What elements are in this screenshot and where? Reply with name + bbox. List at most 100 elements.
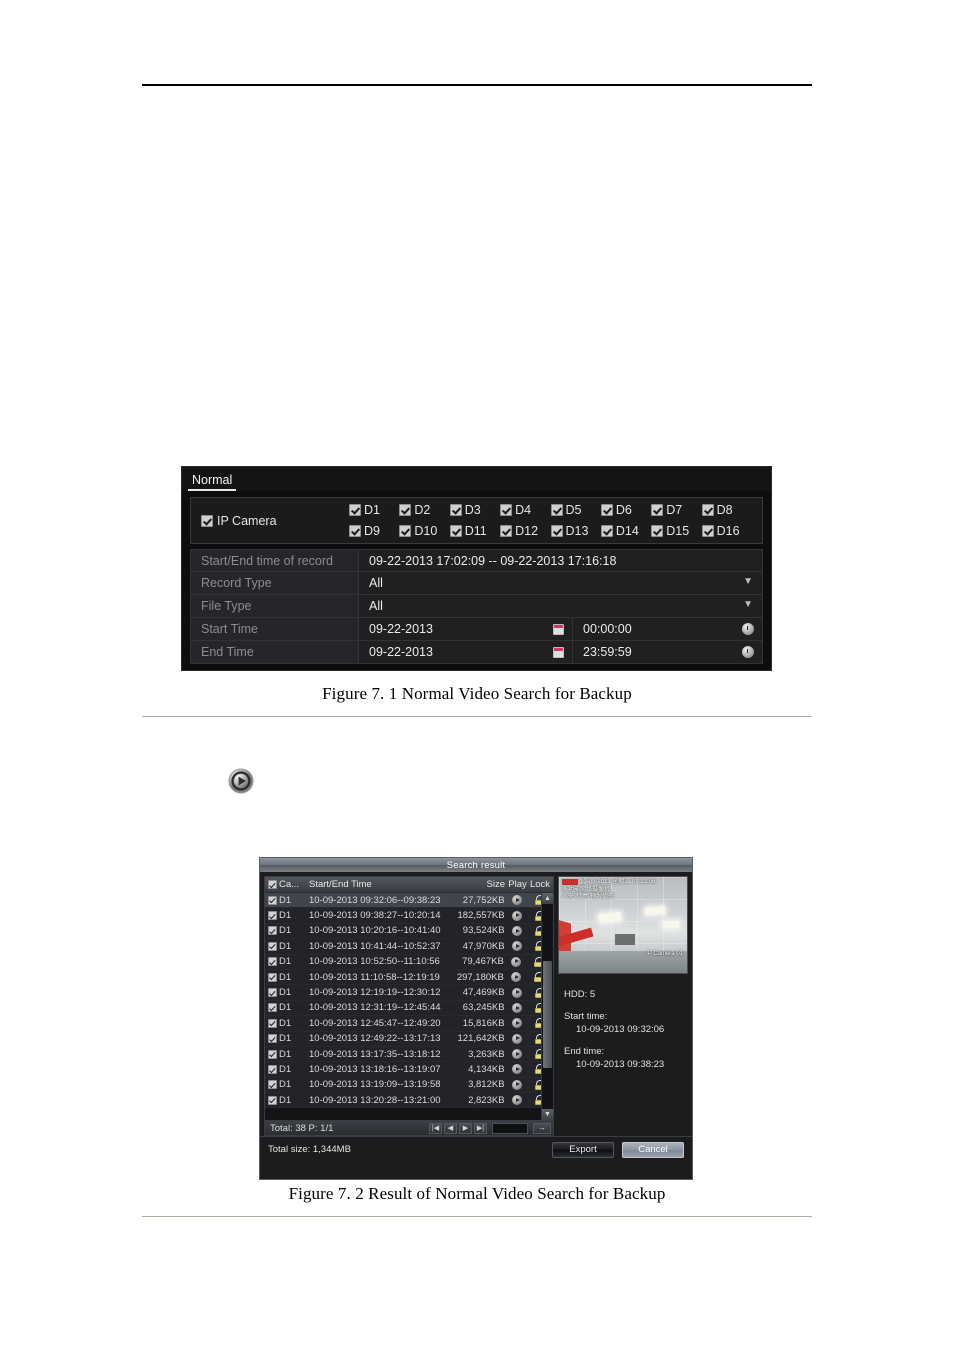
camera-checkbox-d15[interactable]: D15: [651, 524, 701, 538]
table-row[interactable]: D1 10-09-2013 12:45:47--12:49:20 15,816KB: [265, 1016, 541, 1032]
checkbox-icon[interactable]: [449, 525, 462, 537]
row-lock-cell[interactable]: [527, 1095, 541, 1106]
table-row[interactable]: D1 10-09-2013 10:20:16--10:41:40 93,524KB: [265, 923, 541, 940]
row-camera-cell[interactable]: D1: [268, 1064, 305, 1075]
row-lock-cell[interactable]: [526, 972, 541, 983]
checkbox-icon[interactable]: [500, 525, 513, 537]
camera-checkbox-d8[interactable]: D8: [701, 503, 752, 517]
calendar-icon[interactable]: [553, 646, 564, 658]
row-play-cell[interactable]: [508, 925, 527, 936]
checkbox-icon[interactable]: [449, 504, 462, 516]
checkbox-icon[interactable]: [550, 525, 563, 537]
field-row[interactable]: File Type All ▼: [190, 595, 763, 618]
play-icon[interactable]: [512, 895, 523, 906]
row-lock-cell[interactable]: [527, 1049, 541, 1060]
camera-checkbox-d6[interactable]: D6: [600, 503, 651, 517]
results-scrollbar[interactable]: ▲ ▼: [541, 893, 553, 1120]
camera-checkbox-d2[interactable]: D2: [399, 503, 449, 517]
unlock-icon[interactable]: [534, 1049, 541, 1060]
checkbox-icon[interactable]: [550, 504, 563, 516]
table-row[interactable]: D1 10-09-2013 09:38:27--10:20:14 182,557KB: [265, 908, 541, 924]
date-field[interactable]: 09-22-2013: [369, 641, 573, 663]
row-camera-cell[interactable]: D1: [268, 1049, 305, 1060]
checkbox-icon[interactable]: [268, 988, 277, 998]
row-play-cell[interactable]: [508, 1033, 527, 1044]
row-play-cell[interactable]: [508, 1064, 527, 1075]
play-icon[interactable]: [512, 1079, 523, 1090]
field-row[interactable]: Start Time 09-22-2013 00:00:00: [190, 618, 763, 641]
row-camera-cell[interactable]: D1: [268, 1033, 305, 1044]
unlock-icon[interactable]: [534, 1002, 541, 1013]
unlock-icon[interactable]: [534, 1095, 541, 1106]
row-camera-cell[interactable]: D1: [268, 987, 305, 998]
row-play-cell[interactable]: [508, 1095, 527, 1106]
unlock-icon[interactable]: [534, 1079, 541, 1090]
camera-checkbox-d12[interactable]: D12: [500, 524, 550, 538]
row-lock-cell[interactable]: [527, 925, 541, 936]
play-icon[interactable]: [512, 1049, 523, 1060]
row-camera-cell[interactable]: D1: [268, 972, 305, 983]
row-play-cell[interactable]: [508, 987, 527, 998]
table-row[interactable]: D1 10-09-2013 13:18:16--13:19:07 4,134KB: [265, 1062, 541, 1078]
table-row[interactable]: D1 10-09-2013 13:20:28--13:21:00 2,823KB: [265, 1093, 541, 1109]
checkbox-icon[interactable]: [268, 1003, 277, 1013]
row-lock-cell[interactable]: [527, 910, 541, 921]
row-play-cell[interactable]: [508, 1049, 527, 1060]
camera-checkbox-d3[interactable]: D3: [449, 503, 500, 517]
row-camera-cell[interactable]: D1: [268, 1079, 305, 1090]
checkbox-icon[interactable]: [268, 941, 277, 951]
row-play-cell[interactable]: [507, 972, 526, 983]
time-field[interactable]: 23:59:59: [573, 641, 762, 663]
field-row[interactable]: End Time 09-22-2013 23:59:59: [190, 641, 763, 664]
scroll-down-icon[interactable]: ▼: [542, 1109, 553, 1120]
camera-checkbox-d5[interactable]: D5: [550, 503, 601, 517]
camera-checkbox-d9[interactable]: D9: [349, 524, 399, 538]
checkbox-icon[interactable]: [349, 525, 361, 537]
checkbox-icon[interactable]: [268, 1080, 277, 1090]
play-icon[interactable]: [511, 972, 522, 983]
table-row[interactable]: D1 10-09-2013 12:19:19--12:30:12 47,469KB: [265, 985, 541, 1001]
row-play-cell[interactable]: [508, 910, 527, 921]
table-row[interactable]: D1 10-09-2013 13:17:35--13:18:12 3,263KB: [265, 1046, 541, 1063]
table-row[interactable]: D1 10-09-2013 09:32:06--09:38:23 27,752KB: [265, 893, 541, 909]
time-field[interactable]: 00:00:00: [573, 618, 762, 640]
row-camera-cell[interactable]: D1: [268, 941, 305, 952]
ip-camera-toggle[interactable]: IP Camera: [201, 514, 349, 528]
camera-checkbox-d13[interactable]: D13: [550, 524, 601, 538]
play-icon[interactable]: [512, 910, 523, 921]
checkbox-icon[interactable]: [600, 525, 613, 537]
unlock-icon[interactable]: [533, 956, 541, 967]
checkbox-icon[interactable]: [268, 1049, 277, 1059]
row-lock-cell[interactable]: [527, 1064, 541, 1075]
play-icon[interactable]: [511, 956, 522, 967]
play-icon[interactable]: [512, 987, 523, 998]
row-play-cell[interactable]: [508, 1002, 527, 1013]
play-icon[interactable]: [512, 925, 523, 936]
unlock-icon[interactable]: [533, 972, 541, 983]
checkbox-icon[interactable]: [268, 1064, 277, 1074]
play-icon[interactable]: [512, 941, 523, 952]
row-lock-cell[interactable]: [527, 895, 541, 906]
play-icon[interactable]: [512, 1095, 523, 1106]
checkbox-icon[interactable]: [268, 895, 277, 905]
camera-checkbox-d16[interactable]: D16: [701, 524, 752, 538]
row-lock-cell[interactable]: [527, 1018, 541, 1029]
checkbox-icon[interactable]: [268, 1034, 277, 1044]
page-last-button[interactable]: ▶|: [474, 1122, 487, 1134]
unlock-icon[interactable]: [534, 910, 541, 921]
date-field[interactable]: 09-22-2013: [369, 618, 573, 640]
checkbox-icon[interactable]: [701, 525, 714, 537]
checkbox-icon[interactable]: [651, 504, 664, 516]
checkbox-icon[interactable]: [201, 514, 213, 527]
page-number-input[interactable]: [492, 1122, 528, 1134]
row-camera-cell[interactable]: D1: [268, 925, 305, 936]
clock-icon[interactable]: [742, 646, 754, 658]
chevron-down-icon[interactable]: ▼: [743, 577, 753, 587]
clock-icon[interactable]: [742, 623, 754, 635]
checkbox-icon[interactable]: [651, 525, 664, 537]
checkbox-icon[interactable]: [500, 504, 513, 516]
checkbox-icon[interactable]: [268, 957, 277, 967]
camera-checkbox-d4[interactable]: D4: [500, 503, 550, 517]
table-row[interactable]: D1 10-09-2013 10:52:50--11:10:56 79,467KB: [265, 954, 541, 970]
checkbox-icon[interactable]: [268, 911, 277, 921]
